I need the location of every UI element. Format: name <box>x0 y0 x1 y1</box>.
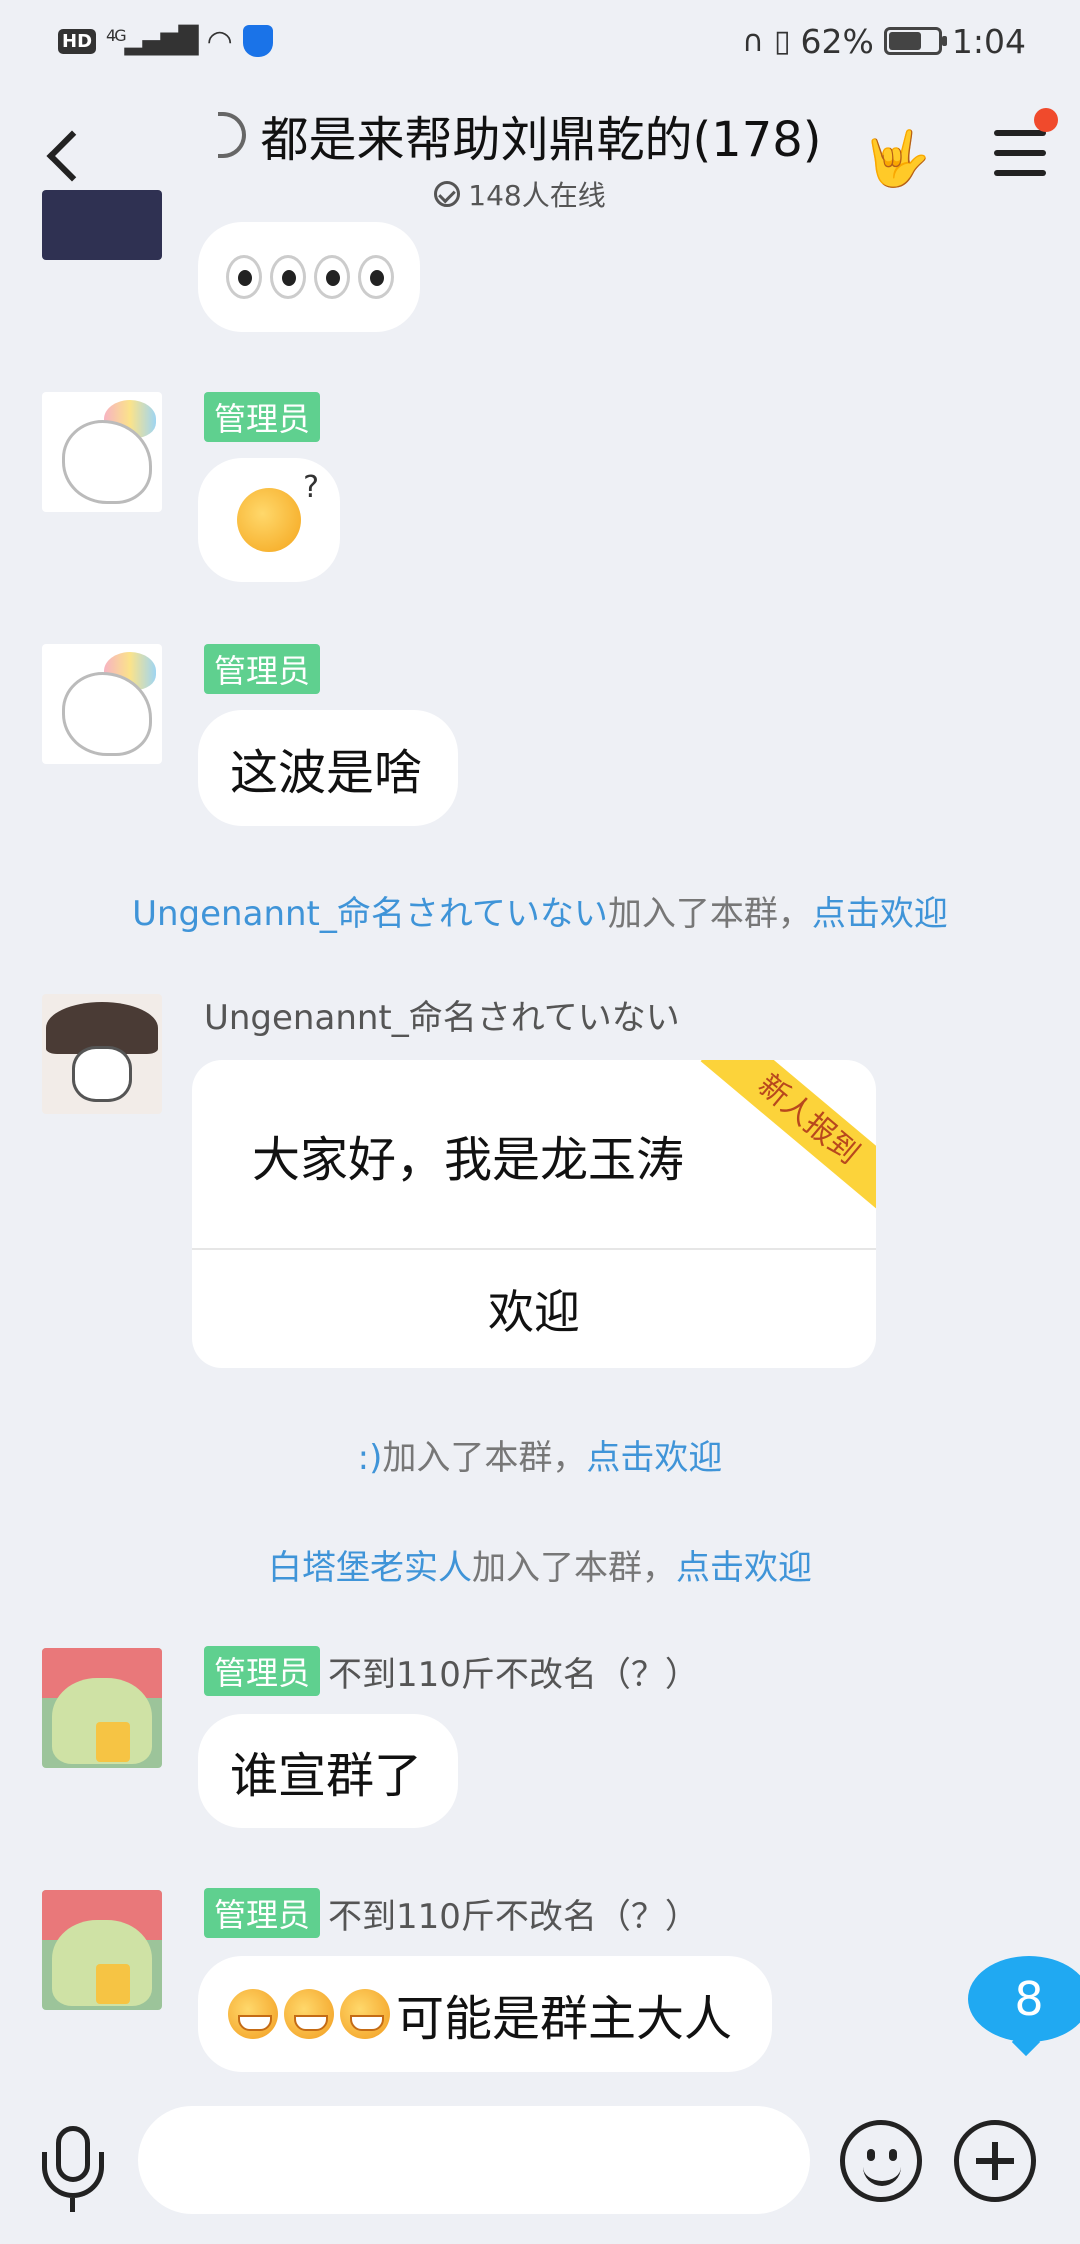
message-bubble[interactable]: 谁宣群了 <box>198 1714 459 1828</box>
admin-badge: 管理员 <box>204 1888 321 1938</box>
status-left: HD 4G▂▄▆█ ◠ <box>58 24 273 59</box>
message-text: 这波是啥 <box>230 745 423 801</box>
sender-nickname: Ungenannt_命名されていない <box>204 998 680 1038</box>
input-bar <box>0 2090 1080 2244</box>
joined-user-link[interactable]: Ungenannt_命名されていない <box>132 894 608 934</box>
vibrate-icon: ▯ <box>774 23 791 59</box>
system-join-notice: :)加入了本群，点击欢迎 <box>0 1430 1080 1479</box>
message-bubble[interactable]: 可能是群主大人 <box>198 1956 773 2072</box>
message-bubble[interactable]: ? <box>198 458 340 582</box>
clock: 1:04 <box>951 21 1026 61</box>
grin-emoji <box>284 1989 334 2039</box>
notification-dot <box>1034 108 1058 132</box>
status-bar: HD 4G▂▄▆█ ◠ ∩ ▯ 62% 1:04 <box>0 0 1080 82</box>
system-join-notice: Ungenannt_命名されていない加入了本群，点击欢迎 <box>0 886 1080 935</box>
join-action-text: 加入了本群， <box>382 1438 587 1478</box>
signal-icon: 4G▂▄▆█ <box>106 26 199 56</box>
emoji-button[interactable] <box>840 2120 922 2202</box>
chat-header: 都是来帮助刘鼎乾的(178) 148人在线 🤟 <box>0 82 1080 222</box>
grin-emoji <box>228 1989 278 2039</box>
avatar[interactable] <box>42 392 162 512</box>
new-member-ribbon: 新人报到 <box>700 1060 876 1216</box>
admin-badge: 管理员 <box>204 644 321 694</box>
message-input[interactable] <box>138 2106 810 2214</box>
menu-button[interactable] <box>994 108 1058 180</box>
welcome-link[interactable]: 点击欢迎 <box>586 1438 722 1478</box>
check-circle-icon <box>434 181 461 207</box>
sender-row: 管理员 不到110斤不改名（？） <box>204 1888 699 1938</box>
ear-icon <box>218 112 247 158</box>
battery-icon <box>883 27 947 55</box>
joined-user-link[interactable]: :) <box>358 1438 383 1478</box>
confused-face-emoji: ? <box>237 470 319 552</box>
avatar[interactable] <box>42 994 162 1114</box>
sender-row: 管理员 <box>204 644 321 694</box>
group-title: 都是来帮助刘鼎乾的(178) <box>260 112 822 168</box>
sender-nickname: 不到110斤不改名（？） <box>328 1896 699 1937</box>
hd-icon: HD <box>58 28 97 54</box>
join-action-text: 加入了本群， <box>607 894 812 934</box>
message-bubble[interactable] <box>198 222 420 332</box>
battery-percent: 62% <box>800 21 874 61</box>
message-text: 谁宣群了 <box>230 1748 423 1804</box>
sender-row: 管理员 <box>204 392 321 442</box>
online-count: 148人在线 <box>468 179 606 212</box>
grin-emoji <box>340 1989 390 2039</box>
microphone-button[interactable] <box>42 2126 104 2212</box>
avatar[interactable] <box>42 1890 162 2010</box>
message-bubble[interactable]: 这波是啥 <box>198 710 459 826</box>
welcome-link[interactable]: 点击欢迎 <box>812 894 948 934</box>
unread-count: 8 <box>968 1956 1080 2042</box>
sender-row: 管理员 不到110斤不改名（？） <box>204 1646 699 1696</box>
system-join-notice: 白塔堡老实人加入了本群，点击欢迎 <box>0 1540 1080 1589</box>
unread-messages-button[interactable]: 8 <box>968 1956 1080 2057</box>
new-member-card: 新人报到 大家好，我是龙玉涛 欢迎 <box>192 1060 876 1368</box>
message-text: 可能是群主大人 <box>396 1991 733 2047</box>
sender-row: Ungenannt_命名されていない <box>204 990 680 1039</box>
plus-button[interactable] <box>954 2120 1036 2202</box>
back-button[interactable] <box>36 122 96 192</box>
online-status: 148人在线 <box>190 174 850 214</box>
avatar[interactable] <box>42 644 162 764</box>
join-action-text: 加入了本群， <box>472 1548 676 1588</box>
joined-user-link[interactable]: 白塔堡老实人 <box>268 1548 472 1588</box>
headphones-icon: ∩ <box>742 23 765 59</box>
avatar[interactable] <box>42 1648 162 1768</box>
admin-badge: 管理员 <box>204 1646 321 1696</box>
welcome-button[interactable]: 欢迎 <box>192 1250 876 1368</box>
card-greeting: 大家好，我是龙玉涛 <box>252 1132 685 1188</box>
admin-badge: 管理员 <box>204 392 321 442</box>
avatar[interactable] <box>42 190 162 260</box>
shield-icon <box>242 25 273 57</box>
wifi-icon: ◠ <box>206 23 233 59</box>
sender-nickname: 不到110斤不改名（？） <box>328 1654 699 1695</box>
status-right: ∩ ▯ 62% 1:04 <box>742 22 1026 61</box>
title-block[interactable]: 都是来帮助刘鼎乾的(178) 148人在线 <box>190 100 850 214</box>
hand-gesture-button[interactable]: 🤟 <box>862 124 932 194</box>
welcome-link[interactable]: 点击欢迎 <box>676 1548 812 1588</box>
